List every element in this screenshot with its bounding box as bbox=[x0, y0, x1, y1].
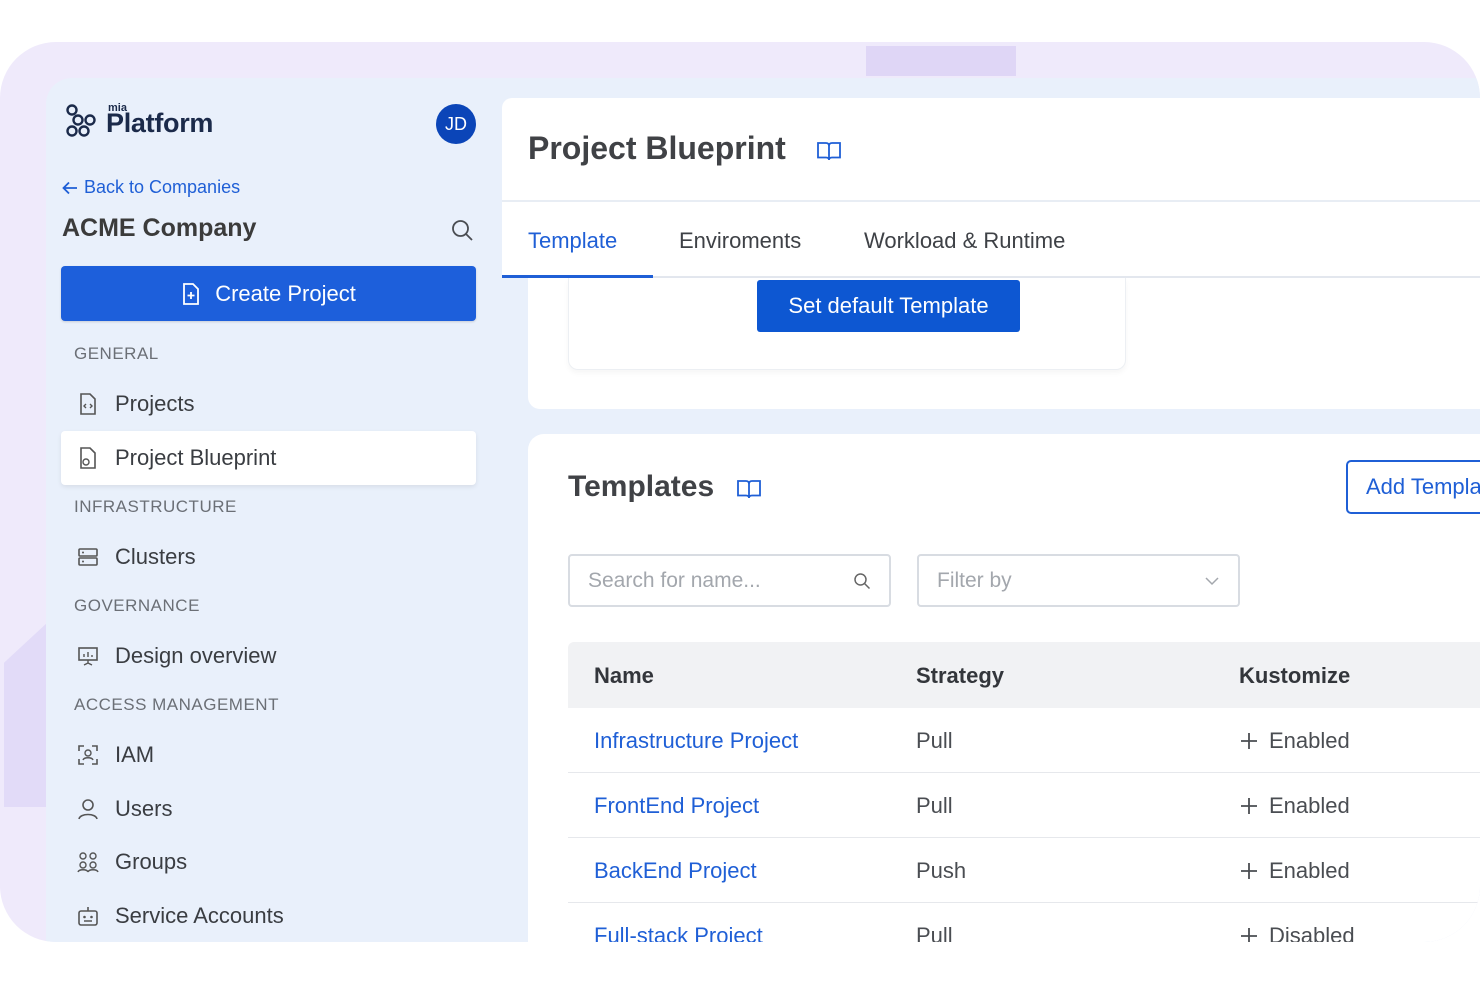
kustomize-label: Enabled bbox=[1269, 858, 1350, 883]
robot-icon bbox=[77, 905, 99, 927]
default-template-card: Set default Template bbox=[528, 278, 1480, 409]
kustomize-label: Enabled bbox=[1269, 728, 1350, 753]
sidebar: mia Platform JD Back to Companies ACME C… bbox=[46, 78, 502, 942]
section-governance: GOVERNANCE bbox=[74, 596, 200, 615]
user-scan-icon bbox=[77, 744, 99, 766]
table-header: Name Strategy Kustomize bbox=[568, 642, 1480, 708]
frame-decoration-shape bbox=[4, 622, 48, 807]
template-search-input[interactable] bbox=[588, 568, 828, 593]
tab-environments[interactable]: Enviroments bbox=[679, 228, 801, 254]
section-access-management: ACCESS MANAGEMENT bbox=[74, 695, 279, 714]
app-window: mia Platform JD Back to Companies ACME C… bbox=[46, 78, 1480, 942]
template-name-link[interactable]: Infrastructure Project bbox=[594, 728, 798, 754]
user-icon bbox=[77, 798, 99, 820]
docs-book-icon[interactable] bbox=[816, 140, 842, 167]
sidebar-item-design-overview[interactable]: Design overview bbox=[61, 629, 476, 683]
users-group-icon bbox=[77, 851, 99, 873]
column-header-kustomize[interactable]: Kustomize bbox=[1239, 663, 1350, 689]
search-icon bbox=[854, 572, 871, 589]
kustomize-label: Enabled bbox=[1269, 793, 1350, 818]
brand-small-text: mia bbox=[108, 102, 127, 114]
logo-icon bbox=[66, 104, 96, 137]
presentation-chart-icon bbox=[77, 645, 99, 667]
file-gear-icon bbox=[77, 447, 99, 469]
table-row: FrontEnd Project Pull Enabled bbox=[568, 773, 1480, 838]
plus-icon bbox=[1241, 863, 1257, 879]
sidebar-item-label: Users bbox=[115, 796, 173, 821]
chevron-down-icon bbox=[1205, 576, 1219, 585]
sidebar-item-label: Projects bbox=[115, 391, 195, 416]
page-title: Project Blueprint bbox=[528, 130, 786, 166]
sidebar-item-label: Design overview bbox=[115, 643, 277, 668]
create-project-label: Create Project bbox=[215, 280, 356, 306]
sidebar-item-groups[interactable]: Groups bbox=[61, 835, 476, 889]
template-strategy: Pull bbox=[916, 728, 953, 753]
kustomize-status: Enabled bbox=[1239, 728, 1350, 754]
plus-icon bbox=[1241, 733, 1257, 749]
section-infrastructure: INFRASTRUCTURE bbox=[74, 497, 237, 516]
templates-card: Templates Add Template Filter by Name bbox=[528, 434, 1480, 942]
sidebar-item-clusters[interactable]: Clusters bbox=[61, 530, 476, 584]
company-search-button[interactable] bbox=[450, 218, 474, 247]
company-name: ACME Company bbox=[62, 214, 257, 242]
arrow-left-icon bbox=[62, 181, 77, 194]
sidebar-item-label: Clusters bbox=[115, 544, 196, 569]
file-code-icon bbox=[77, 393, 99, 415]
kustomize-status: Enabled bbox=[1239, 793, 1350, 819]
template-name-link[interactable]: FrontEnd Project bbox=[594, 793, 759, 819]
search-icon bbox=[452, 220, 473, 241]
template-name-link[interactable]: BackEnd Project bbox=[594, 858, 757, 884]
back-to-companies-link[interactable]: Back to Companies bbox=[62, 177, 240, 198]
template-strategy: Pull bbox=[916, 923, 953, 942]
plus-icon bbox=[1241, 928, 1257, 942]
template-search bbox=[568, 554, 891, 607]
filter-placeholder: Filter by bbox=[937, 568, 1012, 592]
default-template-box: Set default Template bbox=[568, 278, 1126, 370]
tab-template[interactable]: Template bbox=[528, 228, 617, 254]
new-file-icon bbox=[183, 282, 200, 305]
template-strategy: Push bbox=[916, 858, 967, 883]
table-row: Infrastructure Project Pull Enabled bbox=[568, 708, 1480, 773]
sidebar-item-projects[interactable]: Projects bbox=[61, 377, 476, 431]
filter-select[interactable]: Filter by bbox=[917, 554, 1240, 607]
sidebar-item-label: IAM bbox=[115, 742, 155, 767]
user-avatar[interactable]: JD bbox=[436, 104, 476, 144]
template-name-link[interactable]: Full-stack Project bbox=[594, 923, 763, 942]
table-row: BackEnd Project Push Enabled bbox=[568, 838, 1480, 903]
templates-title: Templates bbox=[568, 470, 715, 503]
server-icon bbox=[77, 546, 99, 568]
column-header-name[interactable]: Name bbox=[594, 663, 654, 689]
sidebar-item-service-accounts[interactable]: Service Accounts bbox=[61, 889, 476, 942]
sidebar-item-label: Service Accounts bbox=[115, 903, 284, 928]
back-link-label: Back to Companies bbox=[84, 177, 241, 197]
tab-bar: Template Enviroments Workload & Runtime bbox=[502, 200, 1480, 278]
create-project-button[interactable]: Create Project bbox=[61, 266, 476, 321]
sidebar-item-users[interactable]: Users bbox=[61, 782, 476, 836]
sidebar-item-label: Project Blueprint bbox=[115, 445, 277, 470]
templates-table: Name Strategy Kustomize Infrastructure P… bbox=[568, 642, 1480, 942]
frame-decoration-tab bbox=[866, 46, 1016, 76]
tab-workload-runtime[interactable]: Workload & Runtime bbox=[864, 228, 1065, 254]
kustomize-label: Disabled bbox=[1269, 923, 1355, 942]
main-content: Project Blueprint Template Enviroments W… bbox=[502, 78, 1480, 942]
set-default-template-button[interactable]: Set default Template bbox=[757, 280, 1020, 332]
sidebar-item-label: Groups bbox=[115, 849, 188, 874]
outer-frame: mia Platform JD Back to Companies ACME C… bbox=[0, 42, 1480, 942]
brand-logo[interactable]: mia Platform bbox=[66, 102, 213, 138]
column-header-strategy[interactable]: Strategy bbox=[916, 663, 1004, 689]
page-header: Project Blueprint bbox=[502, 98, 1480, 200]
template-strategy: Pull bbox=[916, 793, 953, 818]
sidebar-item-iam[interactable]: IAM bbox=[61, 728, 476, 782]
add-template-button[interactable]: Add Template bbox=[1346, 460, 1480, 514]
table-row: Full-stack Project Pull Disabled bbox=[568, 903, 1480, 942]
kustomize-status: Enabled bbox=[1239, 858, 1350, 884]
plus-icon bbox=[1241, 798, 1257, 814]
sidebar-item-project-blueprint[interactable]: Project Blueprint bbox=[61, 431, 476, 485]
docs-book-icon[interactable] bbox=[736, 478, 762, 505]
kustomize-status: Disabled bbox=[1239, 923, 1355, 942]
section-general: GENERAL bbox=[74, 344, 159, 363]
